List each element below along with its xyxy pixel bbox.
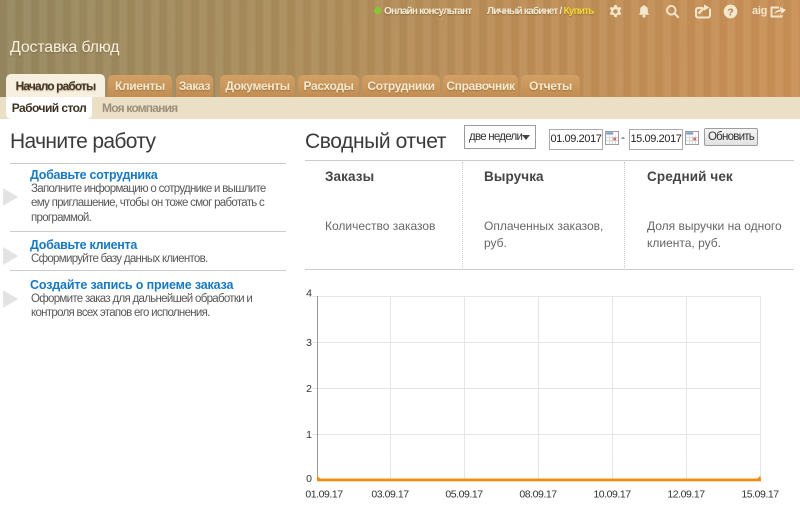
svg-text:12.09.17: 12.09.17 xyxy=(667,488,705,500)
svg-text:05.09.17: 05.09.17 xyxy=(445,488,483,500)
svg-text:01.09.17: 01.09.17 xyxy=(305,488,343,500)
svg-text:1: 1 xyxy=(306,429,312,441)
svg-text:0: 0 xyxy=(306,473,312,485)
svg-text:10.09.17: 10.09.17 xyxy=(593,488,631,500)
svg-text:15.09.17: 15.09.17 xyxy=(741,488,779,500)
svg-text:03.09.17: 03.09.17 xyxy=(371,488,409,500)
svg-text:4: 4 xyxy=(306,288,312,300)
svg-text:3: 3 xyxy=(306,337,312,349)
svg-text:08.09.17: 08.09.17 xyxy=(519,488,557,500)
svg-text:2: 2 xyxy=(306,383,312,395)
